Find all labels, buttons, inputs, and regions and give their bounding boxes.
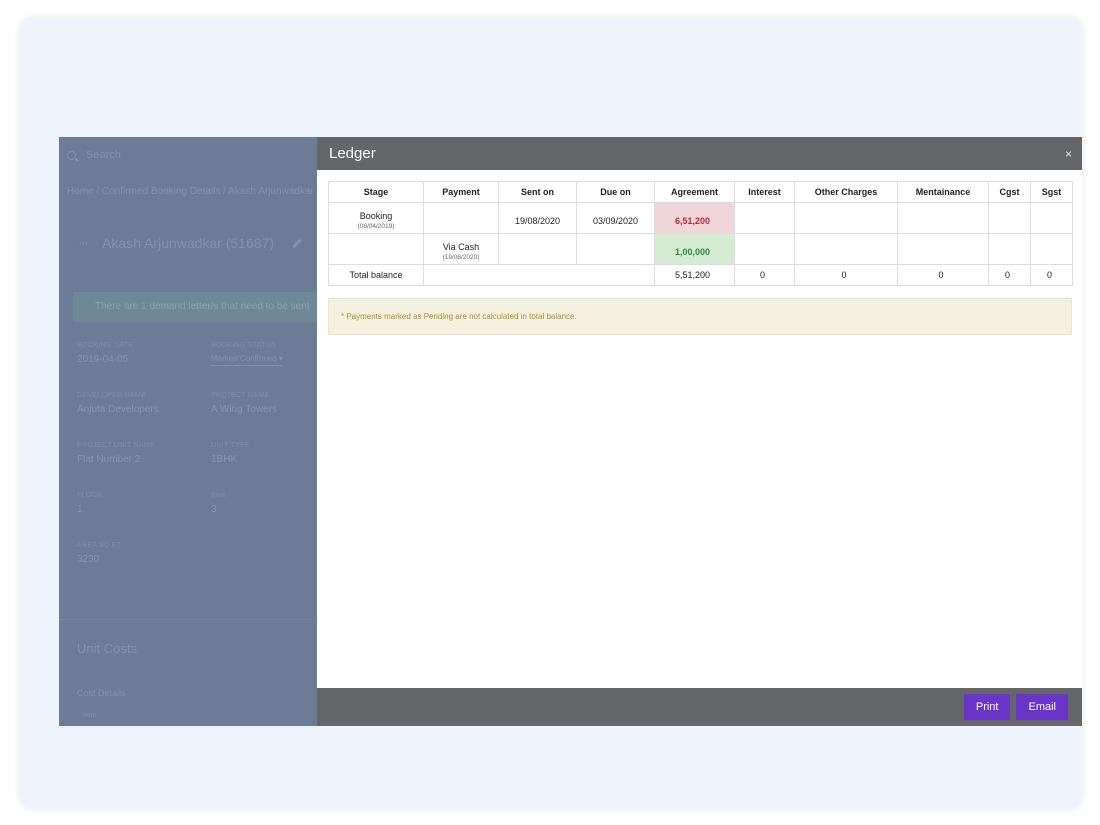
sgst-cell [1030, 202, 1073, 234]
cgst-cell [988, 202, 1031, 234]
modal-header: Ledger × [317, 137, 1082, 170]
stage-cell: Booking (08/04/2019) [328, 202, 424, 234]
modal-title: Ledger [329, 145, 376, 162]
table-row: Booking (08/04/2019) 19/08/2020 03/09/20… [328, 202, 1073, 234]
agreement-cell: 6,51,200 [654, 202, 735, 234]
background-app-overlay: Search Home / Confirmed Booking Details … [59, 137, 323, 726]
email-button[interactable]: Email [1016, 694, 1068, 720]
field-area: Area Sq ft 3230 [77, 542, 122, 565]
payment-cell: Via Cash (19/08/2020) [423, 233, 499, 265]
column-header-sgst: Sgst [1030, 181, 1073, 203]
breadcrumb: Home / Confirmed Booking Details / Akash… [67, 186, 314, 197]
column-header-stage: Stage [328, 181, 424, 203]
app-screen: Search Home / Confirmed Booking Details … [59, 137, 1082, 726]
column-header-other-charges: Other Charges [794, 181, 898, 203]
customer-name: Akash Arjunwadkar (51687) [102, 235, 274, 251]
total-other-charges: 0 [794, 264, 898, 286]
cost-details-label: Cost Details [77, 688, 126, 698]
mentainance-cell [897, 202, 989, 234]
divider [59, 619, 317, 620]
field-developer-name: Developer Name Anjuta Developers [77, 392, 159, 415]
unit-costs-heading: Unit Costs [77, 641, 137, 656]
column-header-interest: Interest [734, 181, 795, 203]
column-header-cgst: Cgst [988, 181, 1031, 203]
column-header-mentainance: Mentainance [897, 181, 989, 203]
field-project-name: Project Name A Wing Towers [211, 392, 277, 415]
background-search: Search [67, 147, 307, 163]
background-search-placeholder: Search [86, 149, 121, 161]
total-balance-label: Total balance [328, 264, 424, 286]
modal-body: Stage Payment Sent on Due on Agreement I… [317, 170, 1082, 688]
due-on-cell [576, 233, 655, 265]
field-project-unit-name: Project Unit Name Flat Number 2 [77, 442, 155, 465]
total-balance-row: Total balance 5,51,200 0 0 0 0 0 [328, 264, 1073, 286]
cost-item-label: Item [83, 712, 97, 719]
due-on-cell: 03/09/2020 [576, 202, 655, 234]
interest-cell [734, 233, 795, 265]
ledger-modal: Ledger × Stage Payment Sent on Due on Ag… [317, 137, 1082, 726]
sgst-cell [1030, 233, 1073, 265]
screenshot-card: Search Home / Confirmed Booking Details … [20, 18, 1082, 808]
search-icon [67, 150, 76, 160]
booking-status-select: Marked Confirmed ▾ [211, 354, 284, 366]
customer-header: ‹‹‹ Akash Arjunwadkar (51687) [79, 235, 302, 251]
other-charges-cell [794, 202, 898, 234]
payment-cell [423, 202, 499, 234]
print-button[interactable]: Print [963, 694, 1011, 720]
close-icon[interactable]: × [1065, 147, 1072, 161]
edit-pencil-icon [292, 238, 302, 248]
ledger-table: Stage Payment Sent on Due on Agreement I… [328, 181, 1073, 286]
modal-footer: Print Email [317, 688, 1082, 726]
table-row: Via Cash (19/08/2020) 1,00,000 [328, 233, 1073, 265]
demand-letter-alert: There are 1 demand letter/s that need to… [73, 292, 323, 322]
total-cgst: 0 [988, 264, 1031, 286]
interest-cell [734, 202, 795, 234]
field-floor: Floor 1 [77, 492, 103, 515]
total-mentainance: 0 [897, 264, 989, 286]
other-charges-cell [794, 233, 898, 265]
total-interest: 0 [734, 264, 795, 286]
cgst-cell [988, 233, 1031, 265]
back-link: ‹‹‹ [79, 238, 88, 248]
total-empty-cell [423, 264, 655, 286]
column-header-due-on: Due on [576, 181, 655, 203]
total-sgst: 0 [1030, 264, 1073, 286]
sent-on-cell [498, 233, 577, 265]
agreement-cell: 1,00,000 [654, 233, 735, 265]
total-agreement: 5,51,200 [654, 264, 735, 286]
column-header-payment: Payment [423, 181, 499, 203]
field-bhk: BHK 3 [211, 492, 227, 515]
stage-cell [328, 233, 424, 265]
table-header-row: Stage Payment Sent on Due on Agreement I… [328, 181, 1073, 203]
column-header-sent-on: Sent on [498, 181, 577, 203]
column-header-agreement: Agreement [654, 181, 735, 203]
field-booking-status: Booking Status Marked Confirmed ▾ [211, 342, 284, 366]
mentainance-cell [897, 233, 989, 265]
field-unit-type: Unit Type 1BHK [211, 442, 251, 465]
pending-payments-note: * Payments marked as Pending are not cal… [328, 298, 1072, 335]
field-booking-date: Booking Date 2019-04-05 [77, 342, 134, 365]
sent-on-cell: 19/08/2020 [498, 202, 577, 234]
